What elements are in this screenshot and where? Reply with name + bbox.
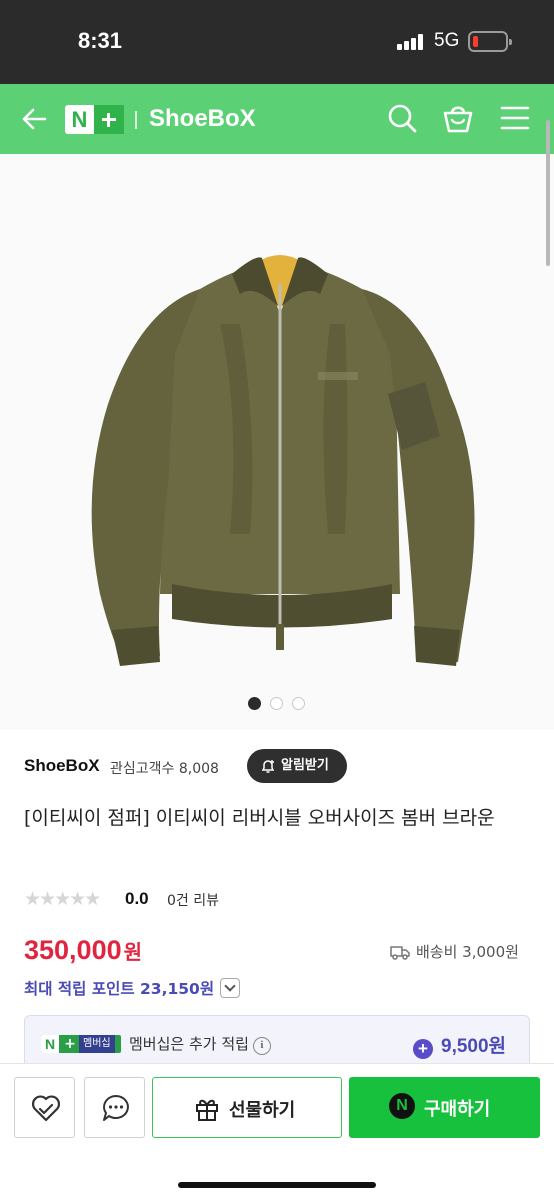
- notification-button-label: 알림받기: [281, 758, 329, 773]
- gift-icon: [196, 1099, 218, 1121]
- bell-plus-icon: [261, 760, 275, 773]
- network-label: 5G: [434, 30, 460, 51]
- notification-button[interactable]: 알림받기: [247, 749, 347, 783]
- product-price: 350,000 원: [24, 935, 142, 966]
- search-icon[interactable]: [386, 102, 418, 134]
- heart-check-icon: [32, 1095, 60, 1122]
- truck-icon: [390, 946, 410, 960]
- status-time: 8:31: [78, 28, 123, 53]
- membership-points: +9,500원: [413, 1031, 506, 1059]
- cart-bag-icon[interactable]: [442, 102, 474, 134]
- product-image[interactable]: [0, 154, 554, 730]
- shipping-label: 배송비 3,000원: [416, 943, 519, 961]
- membership-badge-text: 멤버십: [79, 1035, 115, 1053]
- membership-text: 멤버십은 추가 적립: [129, 1035, 249, 1053]
- naver-plus-membership-badge: N + 멤버십: [41, 1035, 121, 1053]
- bomber-jacket-image: [91, 255, 475, 666]
- gallery-dot[interactable]: [270, 697, 283, 710]
- membership-points-value: 9,500원: [441, 1036, 507, 1057]
- page-scrollbar[interactable]: [546, 120, 550, 266]
- gallery-dot[interactable]: [292, 697, 305, 710]
- signal-icon: [397, 34, 425, 50]
- status-bar: 8:31 5G: [0, 0, 554, 84]
- store-name[interactable]: ShoeBoX: [24, 756, 100, 776]
- max-points-label: 최대 적립 포인트 23,150원: [24, 980, 215, 998]
- product-title: [이티씨이 점퍼] 이티씨이 리버시블 오버사이즈 봄버 브라운: [24, 807, 495, 829]
- rating-score: 0.0: [125, 889, 149, 908]
- menu-icon[interactable]: [500, 102, 530, 134]
- naver-pay-icon: N: [389, 1093, 415, 1119]
- membership-text-row: 멤버십은 추가 적립 i: [129, 1033, 271, 1055]
- store-header: N ShoeBoX: [0, 84, 554, 154]
- price-value: 350,000: [24, 935, 122, 965]
- home-indicator[interactable]: [178, 1182, 376, 1188]
- info-icon[interactable]: i: [252, 1037, 271, 1055]
- bottom-action-bar: 선물하기 N 구매하기: [0, 1063, 554, 1200]
- review-count[interactable]: 0건 리뷰: [167, 890, 219, 910]
- rating-stars: ★★★★★: [24, 888, 101, 910]
- talk-chat-button[interactable]: [84, 1077, 145, 1138]
- header-store-name[interactable]: ShoeBoX: [149, 105, 256, 133]
- gallery-dot[interactable]: [248, 697, 261, 710]
- shipping-info: 배송비 3,000원: [390, 941, 519, 962]
- wishlist-button[interactable]: [14, 1077, 75, 1138]
- naver-plus-logo[interactable]: N: [65, 105, 124, 134]
- buy-button[interactable]: N 구매하기: [349, 1077, 540, 1138]
- back-arrow-icon[interactable]: [20, 105, 48, 133]
- price-currency: 원: [123, 940, 143, 964]
- followers-count: 관심고객수 8,008: [110, 761, 219, 777]
- max-points[interactable]: 최대 적립 포인트 23,150원: [24, 977, 241, 999]
- header-divider: [135, 111, 137, 129]
- gift-button-label: 선물하기: [229, 1100, 296, 1121]
- gift-button[interactable]: 선물하기: [152, 1077, 342, 1138]
- battery-icon: [468, 31, 512, 52]
- buy-button-label: 구매하기: [424, 1099, 491, 1120]
- plus-circle-icon: +: [413, 1039, 433, 1059]
- chat-bubble-icon: [103, 1095, 129, 1121]
- chevron-down-icon[interactable]: [220, 978, 241, 998]
